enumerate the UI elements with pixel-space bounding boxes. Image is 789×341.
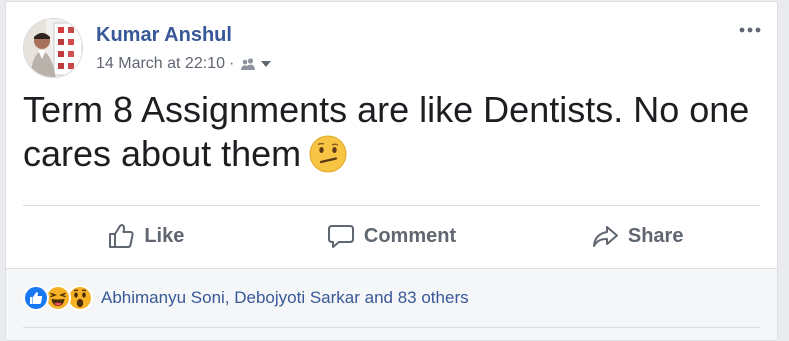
author-avatar[interactable] bbox=[23, 18, 83, 78]
post-text: Term 8 Assignments are like Dentists. No… bbox=[23, 89, 750, 174]
meta-separator: · bbox=[228, 55, 235, 72]
like-label: Like bbox=[144, 224, 185, 247]
reactions-summary[interactable]: Abhimanyu Soni, Debojyoti Sarkar and 83 … bbox=[23, 285, 469, 311]
reactions-names-link[interactable]: Abhimanyu Soni, Debojyoti Sarkar and 83 … bbox=[101, 288, 469, 308]
audience-selector[interactable] bbox=[240, 57, 272, 71]
avatar-photo bbox=[24, 19, 82, 77]
post-timestamp[interactable]: 14 March at 22:10 bbox=[96, 55, 225, 73]
like-button[interactable]: Like bbox=[23, 212, 269, 260]
like-icon bbox=[23, 285, 49, 311]
comment-icon bbox=[327, 225, 354, 248]
post-card: Kumar Anshul 14 March at 22:10 · Term 8 … bbox=[5, 1, 778, 341]
post-actions-bar: Like Comment Share bbox=[23, 212, 760, 260]
post-meta: 14 March at 22:10 · bbox=[96, 55, 272, 73]
comment-label: Comment bbox=[363, 224, 457, 247]
thumbs-up-icon bbox=[109, 224, 134, 248]
chevron-down-icon bbox=[261, 61, 272, 67]
comment-button[interactable]: Comment bbox=[269, 212, 515, 260]
post-options-button[interactable] bbox=[737, 18, 763, 42]
share-arrow-icon bbox=[592, 226, 618, 247]
comments-divider bbox=[23, 327, 760, 328]
more-options-icon bbox=[739, 27, 761, 33]
friends-icon bbox=[241, 58, 256, 70]
post-body: Term 8 Assignments are like Dentists. No… bbox=[23, 88, 763, 183]
confused-face-emoji bbox=[309, 135, 347, 183]
actions-divider bbox=[23, 205, 760, 206]
share-label: Share bbox=[627, 224, 684, 247]
reactions-footer: Abhimanyu Soni, Debojyoti Sarkar and 83 … bbox=[6, 268, 777, 340]
author-name[interactable]: Kumar Anshul bbox=[96, 24, 232, 47]
share-button[interactable]: Share bbox=[514, 212, 760, 260]
